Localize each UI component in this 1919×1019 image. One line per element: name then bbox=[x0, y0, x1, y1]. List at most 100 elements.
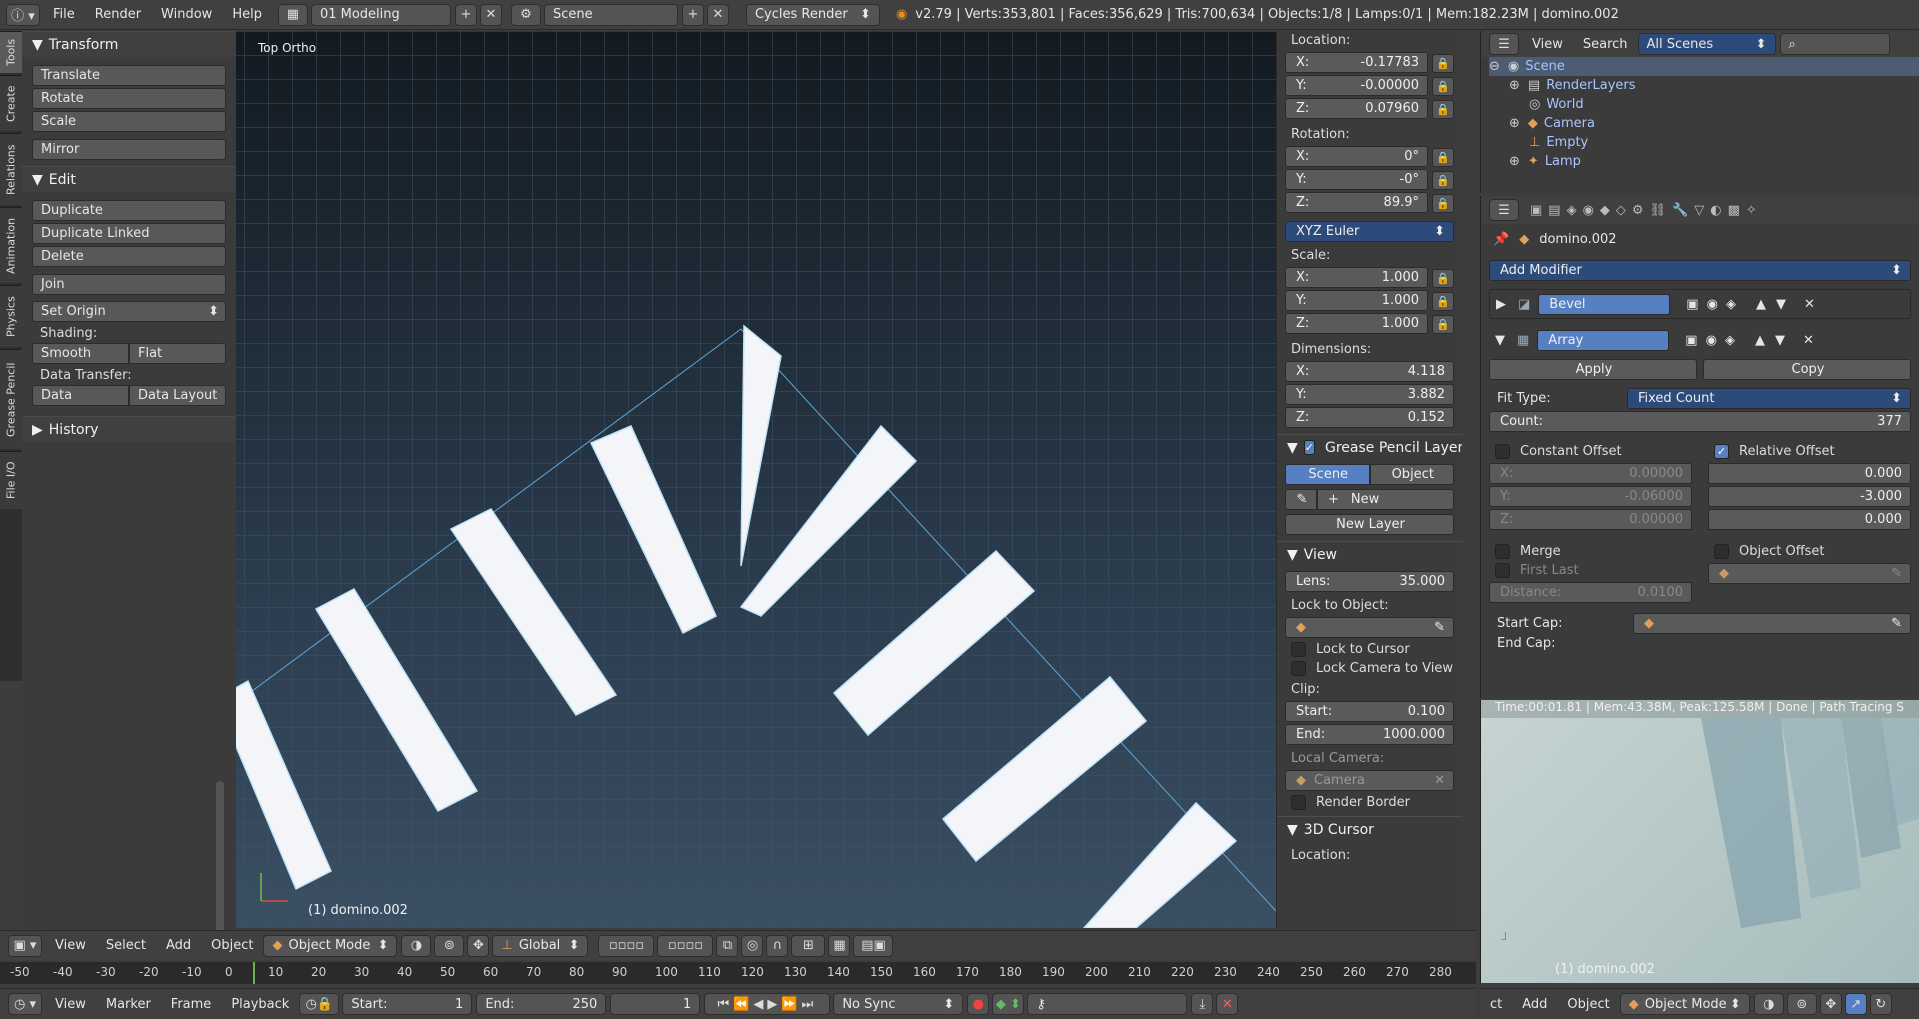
3d-cursor-header[interactable]: ▼ 3D Cursor bbox=[1277, 816, 1462, 842]
lock-icon[interactable]: 🔒 bbox=[1432, 292, 1454, 311]
mode-dropdown[interactable]: ◆ Object Mode ⬍ bbox=[263, 934, 398, 957]
render-toggle-icon[interactable]: ▣ bbox=[1685, 333, 1697, 348]
move-up-icon[interactable]: ▲ bbox=[1756, 297, 1766, 312]
add-scene-icon[interactable]: + bbox=[681, 3, 704, 26]
object-offset-row[interactable]: Object Offset bbox=[1714, 544, 1919, 559]
close-layout-icon[interactable]: ✕ bbox=[479, 3, 502, 26]
lock-camera-row[interactable]: Lock Camera to View bbox=[1291, 661, 1462, 676]
menu-view[interactable]: View bbox=[45, 997, 96, 1012]
tab-file-io[interactable]: File I/O bbox=[0, 451, 22, 509]
properties-editor-icon[interactable]: ☰ bbox=[1489, 199, 1519, 221]
rotate-button[interactable]: Rotate bbox=[32, 88, 226, 109]
view-panel-header[interactable]: ▼ View bbox=[1277, 541, 1462, 567]
apply-button[interactable]: Apply bbox=[1489, 359, 1697, 380]
pivot-icon[interactable]: ⊚ bbox=[434, 934, 465, 957]
shading-icon[interactable]: ◑ bbox=[401, 934, 432, 957]
distance-field[interactable]: Distance: 0.0100 bbox=[1489, 582, 1692, 603]
lock-icon[interactable]: 🔒 bbox=[1432, 194, 1454, 213]
scale-button[interactable]: Scale bbox=[32, 111, 226, 132]
menu-frame[interactable]: Frame bbox=[161, 997, 222, 1012]
eye-icon[interactable]: ◉ bbox=[1707, 297, 1718, 312]
menu-file[interactable]: File bbox=[43, 7, 85, 22]
layers-icon[interactable]: ▫▫▫▫ bbox=[598, 934, 655, 957]
flat-button[interactable]: Flat bbox=[129, 343, 226, 364]
orientation-dropdown[interactable]: ⊥ Global ⬍ bbox=[492, 934, 589, 957]
copy-button[interactable]: Copy bbox=[1703, 359, 1911, 380]
render-border-row[interactable]: Render Border bbox=[1291, 795, 1462, 810]
menu-view[interactable]: View bbox=[45, 938, 96, 953]
lock-icon[interactable]: 🔒 bbox=[1432, 269, 1454, 288]
edit-panel-header[interactable]: ▼ Edit bbox=[22, 166, 236, 192]
editmode-icon[interactable]: ◈ bbox=[1725, 333, 1735, 348]
move-up-icon[interactable]: ▲ bbox=[1755, 333, 1765, 348]
menu-add[interactable]: Add bbox=[1512, 997, 1557, 1012]
menu-render[interactable]: Render bbox=[85, 7, 151, 22]
lock-icon[interactable]: 🔒 bbox=[1432, 54, 1454, 73]
first-last-row[interactable]: First Last bbox=[1495, 563, 1700, 578]
editmode-icon[interactable]: ◈ bbox=[1726, 297, 1736, 312]
tab-physics[interactable]: Physics bbox=[0, 285, 22, 347]
preview-range-icon[interactable]: ◷🔒 bbox=[299, 993, 340, 1015]
transform-icon[interactable]: ↗ bbox=[1844, 993, 1867, 1015]
render-toggle-icon[interactable]: ▣ bbox=[1686, 297, 1698, 312]
snap-icon[interactable]: ⧉ bbox=[716, 934, 739, 957]
start-frame-field[interactable]: Start: 1 bbox=[342, 993, 473, 1015]
close-icon[interactable]: ✕ bbox=[1803, 333, 1814, 348]
snap-element-icon[interactable]: ⊞ bbox=[791, 934, 826, 957]
menu-select[interactable]: ct bbox=[1480, 997, 1512, 1012]
layout-icon[interactable]: ▦ bbox=[277, 3, 308, 26]
join-button[interactable]: Join bbox=[32, 274, 226, 295]
close-icon[interactable]: ✕ bbox=[1434, 773, 1445, 788]
menu-help[interactable]: Help bbox=[222, 7, 272, 22]
data-layout-button[interactable]: Data Layout bbox=[129, 385, 226, 406]
history-panel-header[interactable]: ▶ History bbox=[22, 416, 236, 442]
duplicate-button[interactable]: Duplicate bbox=[32, 200, 226, 221]
keying-icon[interactable]: ◆ ⬍ bbox=[992, 993, 1025, 1015]
tab-create[interactable]: Create bbox=[0, 75, 22, 131]
playback-controls[interactable]: ⏮⏪◀▶⏩⏭ bbox=[704, 993, 831, 1015]
timeline-ruler[interactable]: -50 -40 -30 -20 -10 0 10 20 30 40 50 60 70 80 90 100 110… bbox=[0, 962, 1476, 984]
outliner-search-menu[interactable]: Search bbox=[1573, 37, 1638, 52]
rotation-z-field[interactable]: Z: 89.9° bbox=[1285, 192, 1428, 213]
menu-playback[interactable]: Playback bbox=[221, 997, 299, 1012]
mirror-button[interactable]: Mirror bbox=[32, 139, 226, 160]
layers-icon[interactable]: ▫▫▫▫ bbox=[657, 934, 714, 957]
rotation-y-field[interactable]: Y: -0° bbox=[1285, 169, 1428, 190]
duplicate-linked-button[interactable]: Duplicate Linked bbox=[32, 223, 226, 244]
render-engine-dropdown[interactable]: Cycles Render ⬍ bbox=[745, 3, 880, 26]
constant-offset-row[interactable]: Constant Offset bbox=[1495, 444, 1700, 459]
close-scene-icon[interactable]: ✕ bbox=[706, 3, 729, 26]
editor-type-icon[interactable]: ▣ ▾ bbox=[8, 934, 42, 957]
dimension-y-field[interactable]: Y: 3.882 bbox=[1285, 384, 1454, 405]
add-modifier-dropdown[interactable]: Add Modifier ⬍ bbox=[1489, 260, 1911, 281]
constant-offset-checkbox[interactable] bbox=[1495, 444, 1510, 459]
opengl-render-icon[interactable]: ▤▣ bbox=[853, 934, 894, 957]
menu-object[interactable]: Object bbox=[201, 938, 263, 953]
smooth-button[interactable]: Smooth bbox=[32, 343, 129, 364]
translate-button[interactable]: Translate bbox=[32, 65, 226, 86]
magnet-icon[interactable]: ∩ bbox=[766, 934, 789, 957]
object-offset-checkbox[interactable] bbox=[1714, 544, 1729, 559]
new-layer-button[interactable]: New Layer bbox=[1285, 514, 1454, 535]
delete-key-icon[interactable]: ✕ bbox=[1216, 993, 1239, 1015]
close-icon[interactable]: ✕ bbox=[1804, 297, 1815, 312]
rotation-x-field[interactable]: X: 0° bbox=[1285, 146, 1428, 167]
merge-row[interactable]: Merge bbox=[1495, 544, 1700, 559]
tab-tools[interactable]: Tools bbox=[0, 31, 22, 73]
sync-dropdown[interactable]: No Sync ⬍ bbox=[833, 993, 964, 1015]
rel-z-field[interactable]: 0.000 bbox=[1708, 509, 1911, 530]
pencil-icon[interactable]: ✎ bbox=[1285, 489, 1317, 510]
bevel-name-field[interactable]: Bevel bbox=[1538, 293, 1671, 315]
fit-type-dropdown[interactable]: Fixed Count ⬍ bbox=[1627, 388, 1911, 409]
current-frame-field[interactable]: 1 bbox=[610, 993, 701, 1015]
menu-select[interactable]: Select bbox=[96, 938, 156, 953]
menu-object[interactable]: Object bbox=[1557, 997, 1619, 1012]
render-icon[interactable]: ▦ bbox=[828, 934, 851, 957]
rel-x-field[interactable]: 0.000 bbox=[1708, 463, 1911, 484]
count-field[interactable]: Count: 377 bbox=[1489, 411, 1911, 432]
current-frame-marker[interactable] bbox=[253, 962, 255, 984]
tab-grease-pencil[interactable]: Grease Pencil bbox=[0, 349, 22, 449]
pivot-icon[interactable]: ⊚ bbox=[1786, 993, 1817, 1015]
rel-y-field[interactable]: -3.000 bbox=[1708, 486, 1911, 507]
outliner-row-camera[interactable]: ⊕ ◆ Camera bbox=[1489, 114, 1919, 133]
